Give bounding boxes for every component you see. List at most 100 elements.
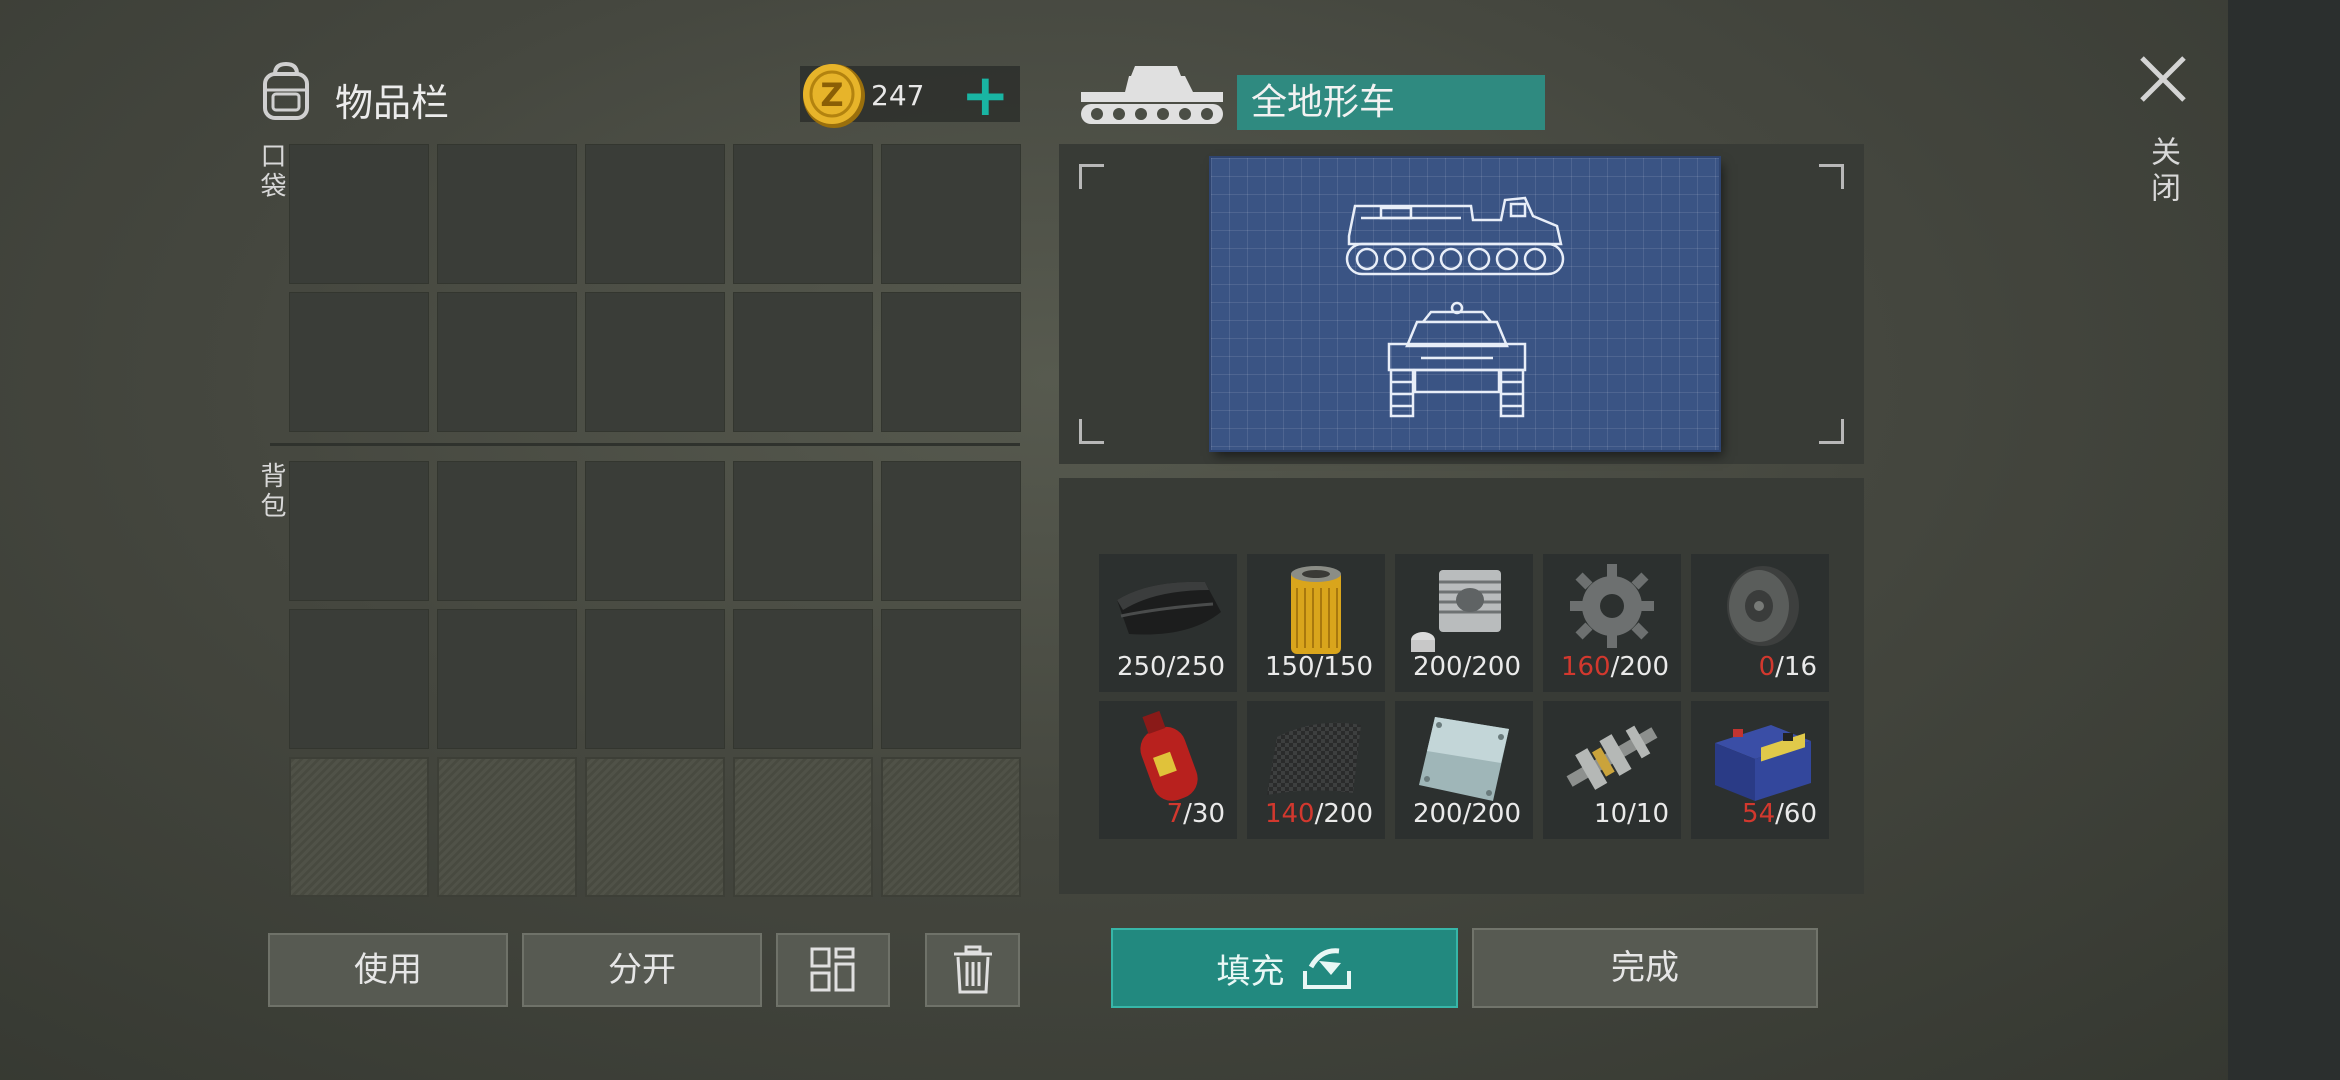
pocket-slot[interactable] bbox=[289, 292, 429, 432]
material-have: 0 bbox=[1758, 652, 1776, 682]
pocket-slot[interactable] bbox=[585, 144, 725, 284]
gas-cylinder-icon bbox=[1140, 710, 1198, 801]
locked-slot bbox=[289, 757, 429, 897]
inventory-title: 物品栏 bbox=[335, 81, 450, 125]
pocket-slot[interactable] bbox=[289, 144, 429, 284]
material-slot[interactable]: 150/150 bbox=[1247, 554, 1385, 692]
material-slot[interactable]: 200/200 bbox=[1395, 554, 1533, 692]
pocket-label: 口袋 bbox=[256, 142, 286, 202]
vehicle-blueprint-drawing-icon bbox=[1345, 196, 1565, 418]
coin-icon: Z bbox=[803, 64, 865, 128]
trash-icon bbox=[953, 945, 992, 994]
backpack-slot[interactable] bbox=[289, 609, 429, 749]
material-need: 250 bbox=[1175, 652, 1225, 682]
inventory-header: 物品栏 Z 247 + bbox=[255, 58, 1025, 138]
frame-corner bbox=[1079, 419, 1104, 444]
material-need: 30 bbox=[1191, 799, 1225, 829]
material-have: 10 bbox=[1594, 799, 1628, 829]
material-need: 150 bbox=[1323, 652, 1373, 682]
material-need: 16 bbox=[1783, 652, 1817, 682]
gear-icon bbox=[1570, 564, 1654, 648]
backpack-slot[interactable] bbox=[437, 461, 577, 601]
material-have: 54 bbox=[1742, 799, 1776, 829]
material-have: 200 bbox=[1412, 652, 1463, 682]
fill-button-label: 填充 bbox=[1216, 951, 1285, 992]
right-side-panel bbox=[2228, 0, 2340, 1080]
material-need: 200 bbox=[1471, 652, 1521, 682]
pocket-slot[interactable] bbox=[733, 144, 873, 284]
crankshaft-icon bbox=[1566, 725, 1658, 790]
backpack-slot[interactable] bbox=[881, 461, 1021, 601]
carbon-fiber-icon bbox=[1267, 722, 1361, 795]
oil-filter-icon bbox=[1291, 566, 1341, 654]
material-slot[interactable]: 250/250 bbox=[1099, 554, 1237, 692]
backpack-icon bbox=[263, 61, 309, 120]
sort-button[interactable] bbox=[776, 933, 890, 1007]
backpack-slot[interactable] bbox=[585, 461, 725, 601]
add-currency-button[interactable]: + bbox=[961, 66, 1010, 124]
blueprint-panel bbox=[1059, 144, 1864, 464]
locked-slot bbox=[733, 757, 873, 897]
pocket-slot[interactable] bbox=[437, 144, 577, 284]
material-need: 10 bbox=[1635, 799, 1669, 829]
fill-button[interactable]: 填充 bbox=[1111, 928, 1458, 1008]
rubber-sheet-icon bbox=[1117, 581, 1221, 635]
material-need: 200 bbox=[1323, 799, 1373, 829]
material-need: 200 bbox=[1471, 799, 1521, 829]
frame-corner bbox=[1819, 164, 1844, 189]
frame-corner bbox=[1079, 164, 1104, 189]
locked-slot bbox=[437, 757, 577, 897]
use-button[interactable]: 使用 bbox=[268, 933, 508, 1007]
pocket-slot[interactable] bbox=[733, 292, 873, 432]
fill-arrow-icon bbox=[1302, 948, 1351, 989]
done-button[interactable]: 完成 bbox=[1472, 928, 1818, 1008]
battery-icon bbox=[1715, 725, 1811, 801]
materials-panel: 250/250 150/150 200/200 160/200 0/16 7/3… bbox=[1059, 478, 1864, 894]
pocket-grid bbox=[289, 144, 1021, 432]
tracked-vehicle-icon bbox=[1081, 66, 1223, 124]
locked-slot bbox=[585, 757, 725, 897]
material-slot[interactable]: 160/200 bbox=[1543, 554, 1681, 692]
backpack-slot[interactable] bbox=[881, 609, 1021, 749]
backpack-slot[interactable] bbox=[585, 609, 725, 749]
backpack-grid bbox=[289, 461, 1021, 897]
material-have: 200 bbox=[1412, 799, 1463, 829]
engine-cylinder-icon bbox=[1411, 570, 1501, 652]
split-button[interactable]: 分开 bbox=[522, 933, 762, 1007]
backpack-slot[interactable] bbox=[733, 609, 873, 749]
wheel-icon bbox=[1727, 566, 1799, 646]
material-slot[interactable]: 200/200 bbox=[1395, 701, 1533, 839]
frame-corner bbox=[1819, 419, 1844, 444]
svg-text:Z: Z bbox=[820, 76, 843, 114]
backpack-label: 背包 bbox=[256, 462, 286, 522]
material-slot[interactable]: 0/16 bbox=[1691, 554, 1829, 692]
material-slot[interactable]: 54/60 bbox=[1691, 701, 1829, 839]
backpack-slot[interactable] bbox=[437, 609, 577, 749]
vehicle-blueprint bbox=[1211, 158, 1719, 450]
material-have: 160 bbox=[1560, 652, 1611, 682]
close-label[interactable]: 关闭 bbox=[2140, 136, 2184, 208]
material-have: 250 bbox=[1116, 652, 1167, 682]
currency-amount: 247 bbox=[871, 79, 925, 112]
backpack-slot[interactable] bbox=[733, 461, 873, 601]
metal-plate-icon bbox=[1419, 717, 1509, 801]
vehicle-name: 全地形车 bbox=[1237, 75, 1545, 130]
delete-button[interactable] bbox=[925, 933, 1020, 1007]
material-have: 150 bbox=[1264, 652, 1315, 682]
material-slot[interactable]: 10/10 bbox=[1543, 701, 1681, 839]
material-need: 60 bbox=[1783, 799, 1817, 829]
pocket-slot[interactable] bbox=[881, 144, 1021, 284]
material-have: 140 bbox=[1264, 799, 1315, 829]
pocket-slot[interactable] bbox=[585, 292, 725, 432]
close-icon[interactable] bbox=[2136, 52, 2190, 106]
locked-slot bbox=[881, 757, 1021, 897]
sort-grid-icon bbox=[810, 947, 855, 992]
pocket-slot[interactable] bbox=[881, 292, 1021, 432]
material-slot[interactable]: 7/30 bbox=[1099, 701, 1237, 839]
backpack-slot[interactable] bbox=[289, 461, 429, 601]
material-have: 7 bbox=[1166, 799, 1184, 829]
materials-grid: 250/250 150/150 200/200 160/200 0/16 7/3… bbox=[1099, 554, 1829, 839]
material-slot[interactable]: 140/200 bbox=[1247, 701, 1385, 839]
material-need: 200 bbox=[1619, 652, 1669, 682]
pocket-slot[interactable] bbox=[437, 292, 577, 432]
